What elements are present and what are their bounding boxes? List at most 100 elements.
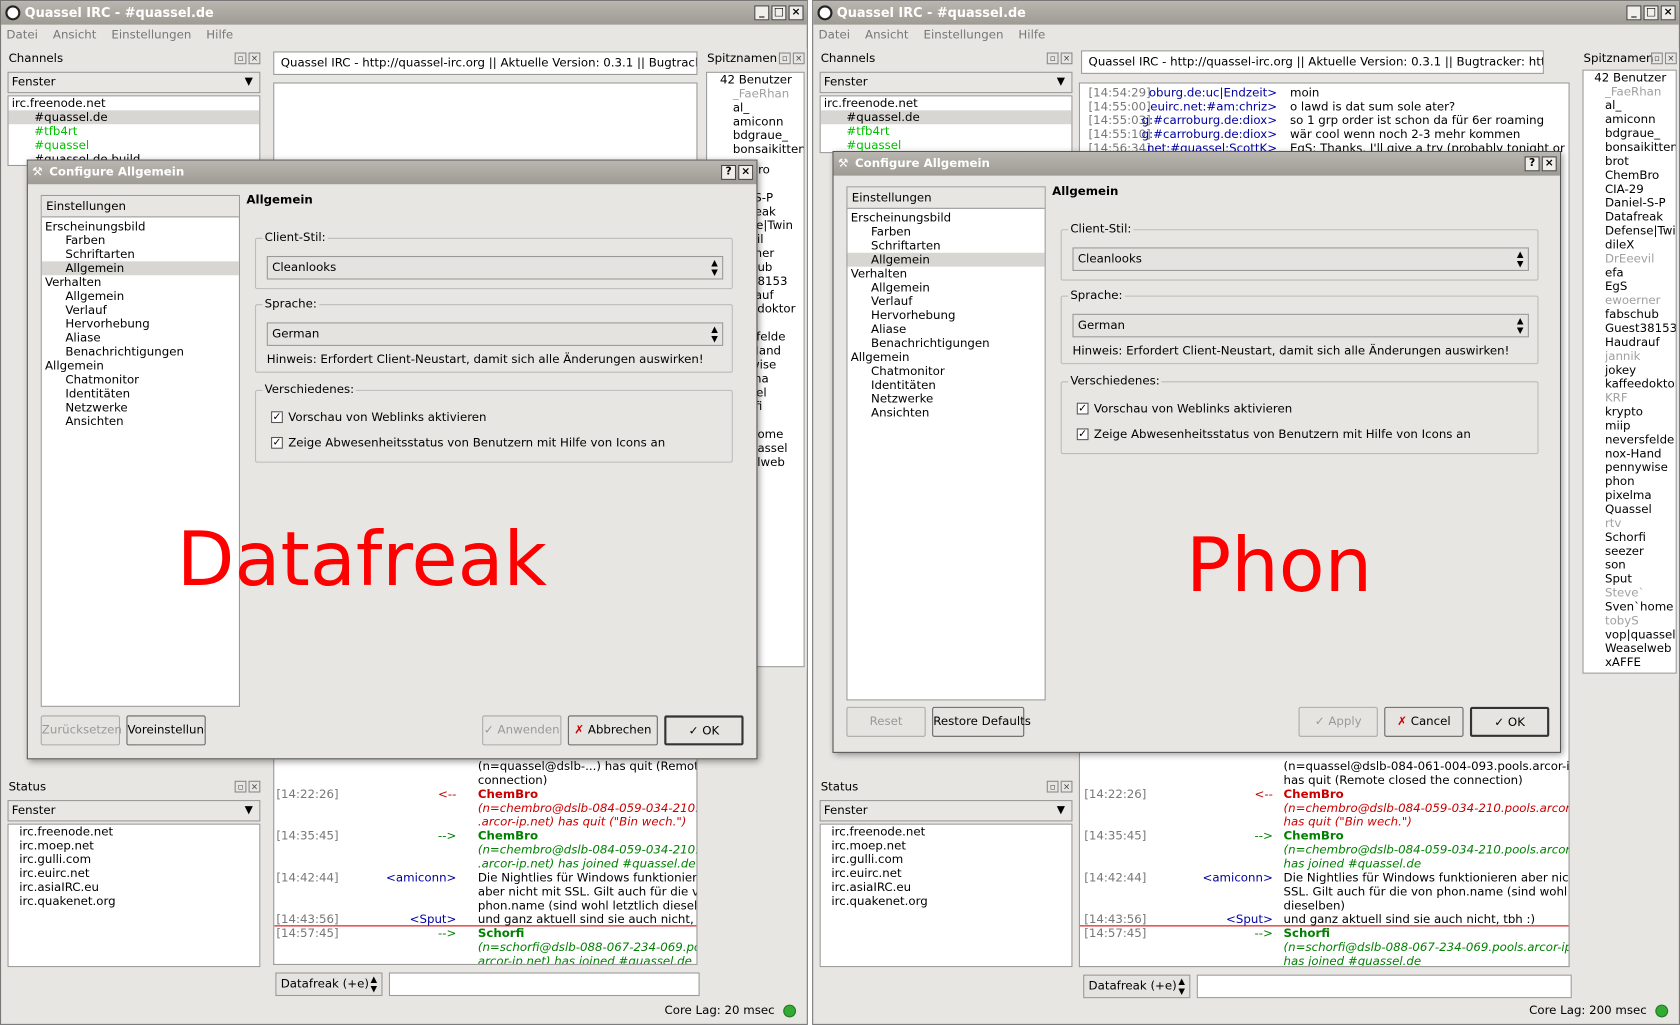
away-icons-checkbox[interactable]: ✓ Zeige Abwesenheitsstatus von Benutzern …: [1076, 427, 1471, 441]
chat-lower[interactable]: (n=quassel@dslb-...) has quit (Remote cl…: [273, 755, 698, 965]
channel-item[interactable]: #tfb4rt: [9, 124, 260, 138]
minimize-button[interactable]: _: [754, 5, 770, 21]
dialog-titlebar[interactable]: ⚒ Configure Allgemein ? ×: [833, 152, 1560, 176]
nick-item[interactable]: bonsaikitten: [1584, 140, 1676, 154]
channel-item[interactable]: #tfb4rt: [821, 124, 1072, 138]
nick-item[interactable]: Weaselweb: [1584, 642, 1676, 656]
chat-nick[interactable]: <Sput>: [306, 912, 457, 926]
nick-item[interactable]: bdgraue_: [707, 129, 803, 143]
settings-tree-item[interactable]: Aliase: [847, 322, 1044, 336]
reset-button[interactable]: Reset: [846, 706, 926, 737]
nick-item[interactable]: al_: [1584, 99, 1676, 113]
settings-tree-item[interactable]: Allgemein: [41, 261, 239, 276]
nick-item[interactable]: DrEeevil: [1584, 252, 1676, 266]
chat-nick[interactable]: <--: [306, 787, 456, 801]
window-titlebar[interactable]: Quassel IRC - #quassel.de _ □ ×: [813, 1, 1679, 25]
close-icon[interactable]: ×: [248, 52, 261, 65]
network-item[interactable]: irc.asiaIRC.eu: [9, 880, 260, 894]
close-button[interactable]: ×: [1660, 5, 1676, 21]
settings-tree-item[interactable]: Farben: [847, 225, 1044, 239]
menu-hilfe[interactable]: Hilfe: [1018, 25, 1045, 46]
view-select[interactable]: Fenster ▼: [819, 800, 1073, 822]
settings-tree-item[interactable]: Allgemein: [42, 289, 239, 303]
network-item[interactable]: irc.freenode.net: [821, 96, 1072, 110]
float-icon[interactable]: ▫: [234, 52, 247, 65]
settings-tree-item[interactable]: Verlauf: [42, 303, 239, 317]
menu-ansicht[interactable]: Ansicht: [53, 25, 97, 46]
help-button[interactable]: ?: [1524, 156, 1540, 172]
window-titlebar[interactable]: Quassel IRC - #quassel.de _ □ ×: [1, 1, 807, 25]
settings-tree-item[interactable]: Netzwerke: [847, 392, 1044, 406]
nick-item[interactable]: miip: [1584, 419, 1676, 433]
nick-list[interactable]: 42 Benutzer _FaeRhan al_ amiconn bdgraue_ bo…: [1582, 69, 1677, 674]
chat-nick[interactable]: -->: [306, 829, 456, 843]
message-input[interactable]: [1196, 974, 1572, 999]
settings-tree-item[interactable]: Verhalten: [847, 267, 1044, 281]
minimize-button[interactable]: _: [1626, 5, 1642, 21]
chat-nick[interactable]: <amiconn>: [306, 871, 456, 885]
nick-item[interactable]: tobyS: [1584, 614, 1676, 628]
nick-item[interactable]: Datafreak: [1584, 210, 1676, 224]
settings-tree-item[interactable]: Allgemein: [42, 359, 239, 373]
maximize-button[interactable]: □: [771, 5, 787, 21]
channel-list[interactable]: irc.freenode.net #quassel.de #tfb4rt #qu…: [7, 95, 261, 167]
nick-item[interactable]: Daniel-S-P: [1584, 196, 1676, 210]
channel-item[interactable]: #quassel.de: [8, 110, 260, 125]
settings-tree-item[interactable]: Hervorhebung: [42, 317, 239, 331]
close-button[interactable]: ×: [788, 5, 804, 21]
nick-item[interactable]: Guest38153: [1584, 321, 1676, 335]
nick-item[interactable]: dileX: [1584, 238, 1676, 252]
settings-tree-item[interactable]: Verlauf: [847, 295, 1044, 309]
channel-item[interactable]: #quassel: [9, 138, 260, 152]
float-icon[interactable]: ▫: [1046, 52, 1059, 65]
settings-tree-item[interactable]: Allgemein: [847, 252, 1045, 267]
nick-select[interactable]: Datafreak (+e) ▲ ▼: [275, 972, 383, 997]
close-icon[interactable]: ×: [792, 52, 805, 65]
nick-item[interactable]: Defense|Twin: [1584, 224, 1676, 238]
settings-tree-item[interactable]: Benachrichtigungen: [847, 336, 1044, 350]
nick-item[interactable]: jannik: [1584, 349, 1676, 363]
chat-lower[interactable]: (n=quassel@dslb-084-061-004-093.pools.ar…: [1078, 755, 1570, 968]
nick-item[interactable]: Sven`home: [1584, 600, 1676, 614]
nick-item[interactable]: jokey: [1584, 363, 1676, 377]
language-select[interactable]: German ▲ ▼: [266, 322, 724, 346]
channel-item[interactable]: #quassel.de: [820, 110, 1072, 125]
close-icon[interactable]: ×: [1060, 780, 1073, 793]
nick-item[interactable]: Quassel: [1584, 502, 1676, 516]
reset-button[interactable]: Zurücksetzen: [40, 715, 122, 746]
chat-nick[interactable]: oburg.de:uc|Endzeit>: [1127, 86, 1277, 100]
nick-item[interactable]: xAFFE: [1584, 655, 1676, 669]
chat-nick[interactable]: g:#carroburg.de:diox>: [1127, 127, 1277, 141]
network-item[interactable]: irc.freenode.net: [9, 96, 260, 110]
nick-item[interactable]: _FaeRhan: [707, 87, 803, 101]
maximize-button[interactable]: □: [1643, 5, 1659, 21]
close-button[interactable]: ×: [1541, 156, 1557, 172]
settings-tree-item[interactable]: Schriftarten: [42, 247, 239, 261]
network-item[interactable]: irc.euirc.net: [821, 866, 1072, 880]
view-select[interactable]: Fenster ▼: [7, 71, 261, 94]
weblink-preview-checkbox[interactable]: ✓ Vorschau von Weblinks aktivieren: [271, 410, 487, 424]
menu-einstellungen[interactable]: Einstellungen: [924, 25, 1004, 46]
nick-item[interactable]: CIA-29: [1584, 182, 1676, 196]
ok-button[interactable]: ✓ OK: [664, 715, 744, 746]
settings-tree-item[interactable]: Benachrichtigungen: [42, 345, 239, 359]
network-item[interactable]: irc.moep.net: [821, 839, 1072, 853]
cancel-button[interactable]: ✗ Abbrechen: [567, 715, 658, 746]
chat-nick[interactable]: g:#carroburg.de:diox>: [1127, 114, 1277, 128]
settings-tree-item[interactable]: Netzwerke: [42, 401, 239, 415]
settings-tree-item[interactable]: Identitäten: [847, 378, 1044, 392]
network-item[interactable]: irc.moep.net: [9, 839, 260, 853]
language-select[interactable]: German ▲ ▼: [1072, 313, 1529, 338]
network-item[interactable]: irc.quakenet.org: [821, 894, 1072, 908]
chat-nick[interactable]: -->: [306, 926, 456, 940]
nick-item[interactable]: ewoerner: [1584, 293, 1676, 307]
ok-button[interactable]: ✓ OK: [1469, 706, 1550, 737]
float-icon[interactable]: ▫: [1651, 52, 1663, 65]
chat-nick[interactable]: <--: [1123, 787, 1272, 801]
away-icons-checkbox[interactable]: ✓ Zeige Abwesenheitsstatus von Benutzern …: [271, 436, 665, 450]
close-icon[interactable]: ×: [248, 780, 261, 793]
chat-nick[interactable]: <amiconn>: [1123, 871, 1272, 885]
settings-tree-item[interactable]: Chatmonitor: [42, 373, 239, 387]
nick-item[interactable]: _FaeRhan: [1584, 85, 1676, 99]
nick-item[interactable]: Haudrauf: [1584, 335, 1676, 349]
